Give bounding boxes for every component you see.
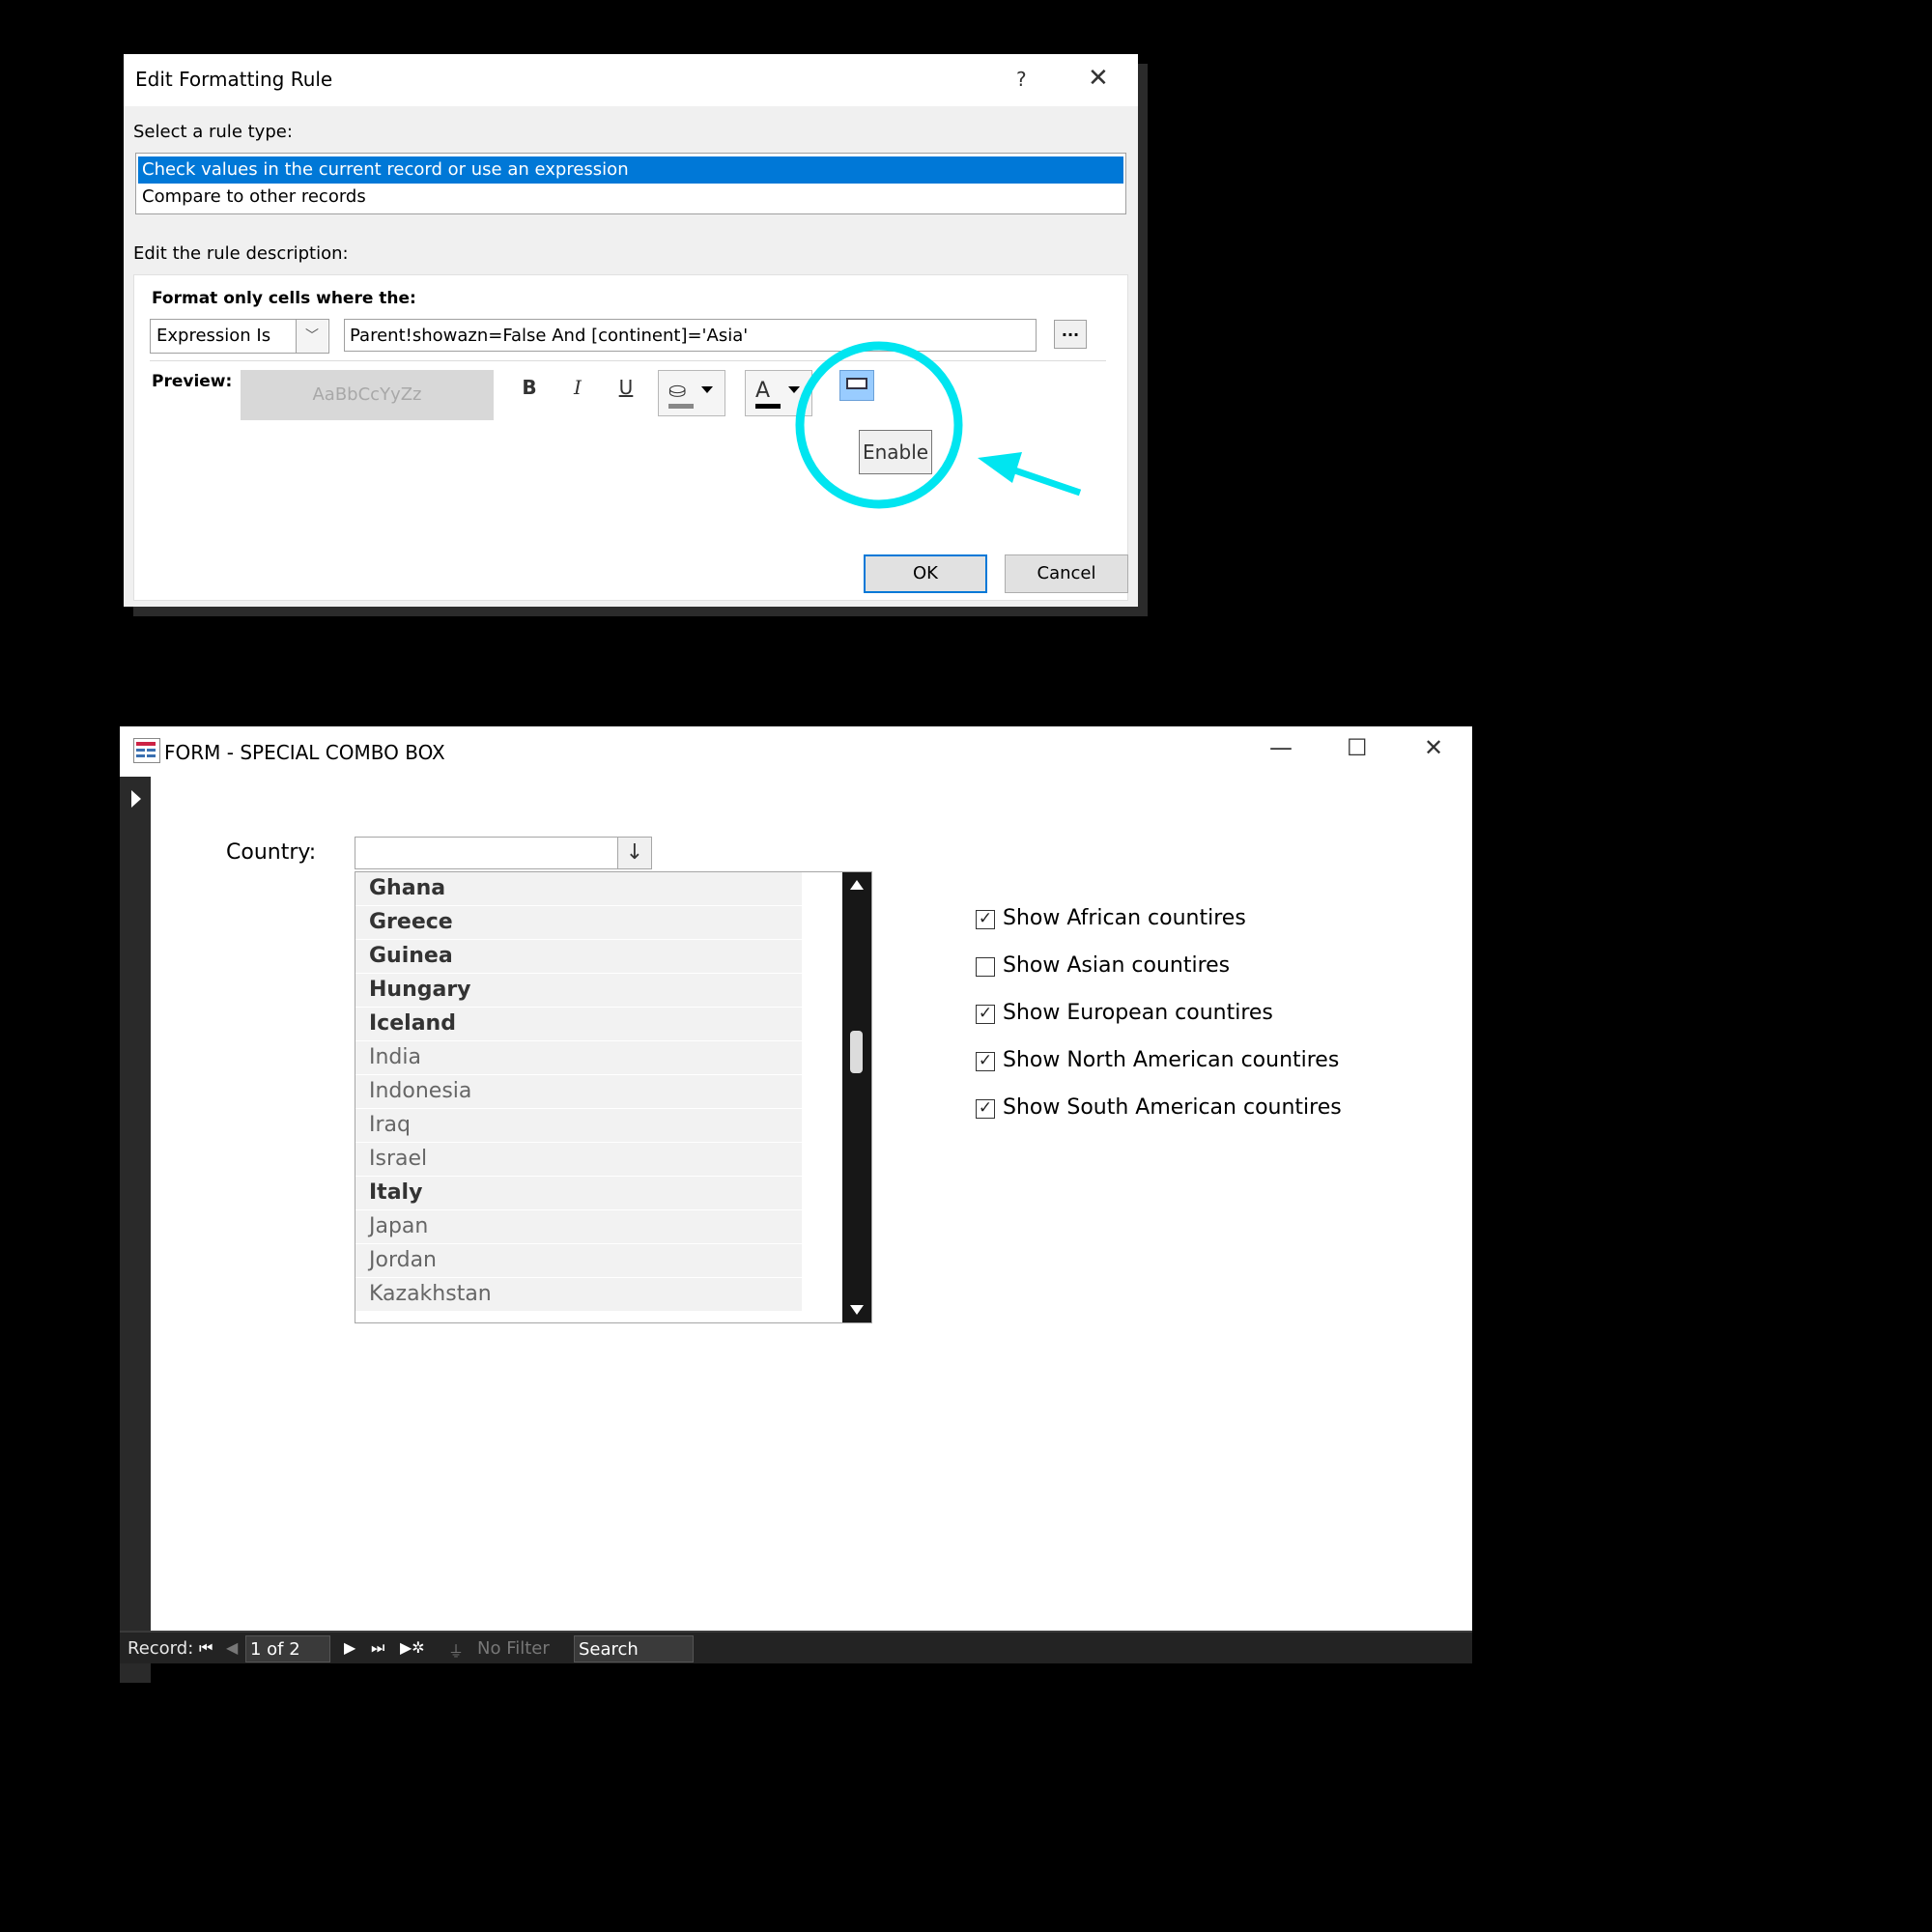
country-list-item[interactable]: Israel — [355, 1143, 802, 1176]
minimize-icon[interactable]: — — [1269, 734, 1293, 761]
scroll-down-icon[interactable] — [850, 1305, 864, 1315]
current-record-icon — [131, 790, 141, 808]
rule-type-list[interactable]: Check values in the current record or us… — [135, 153, 1126, 214]
scroll-thumb[interactable] — [850, 1031, 863, 1073]
form-icon — [133, 738, 160, 763]
font-color-swatch — [755, 404, 781, 409]
country-list-item[interactable]: Greece — [355, 906, 802, 939]
country-list-item[interactable]: Guinea — [355, 940, 802, 973]
condition-type-value: Expression Is — [156, 326, 271, 346]
rule-type-item-selected[interactable]: Check values in the current record or us… — [138, 156, 1123, 184]
dialog-titlebar: Edit Formatting Rule ? ✕ — [124, 54, 1138, 106]
checkbox-checked-icon[interactable]: ✓ — [976, 1005, 995, 1024]
record-navigation-bar: Record: ⏮ ◀ 1 of 2 ▶ ⏭ ▶✲ ⏚ No Filter Se… — [120, 1631, 1472, 1663]
italic-button[interactable]: I — [563, 376, 592, 399]
edit-rule-description-label: Edit the rule description: — [133, 243, 349, 264]
scroll-up-icon[interactable] — [850, 880, 864, 890]
checkbox-checked-icon[interactable]: ✓ — [976, 1052, 995, 1071]
cancel-button[interactable]: Cancel — [1005, 554, 1128, 593]
form-titlebar: FORM - SPECIAL COMBO BOX — ☐ ✕ — [120, 726, 1472, 777]
search-input[interactable]: Search — [574, 1635, 694, 1662]
country-list-item[interactable]: Iraq — [355, 1109, 802, 1142]
country-label: Country: — [226, 840, 317, 865]
close-icon[interactable]: ✕ — [1088, 64, 1109, 93]
country-list-item[interactable]: India — [355, 1041, 802, 1074]
select-rule-type-label: Select a rule type: — [133, 122, 293, 142]
record-selector[interactable] — [120, 777, 151, 1683]
fill-color-swatch — [668, 404, 694, 409]
font-color-button[interactable]: A — [745, 370, 812, 416]
preview-label: Preview: — [152, 372, 233, 391]
paint-bucket-icon: ⛀ — [668, 379, 687, 403]
textbox-icon — [846, 378, 867, 389]
checkbox-checked-icon[interactable]: ✓ — [976, 910, 995, 929]
filter-icon[interactable]: ⏚ — [448, 1638, 464, 1662]
checkbox-unchecked-icon[interactable] — [976, 957, 995, 977]
checkbox-label: Show South American countires — [1003, 1095, 1342, 1120]
previous-record-icon[interactable]: ◀ — [226, 1638, 238, 1657]
checkbox-label: Show European countires — [1003, 1001, 1273, 1025]
arrow-down-icon[interactable]: ↓ — [617, 838, 651, 868]
enable-control-button[interactable] — [839, 370, 874, 401]
country-list-item[interactable]: Ghana — [355, 872, 802, 905]
rule-type-item[interactable]: Compare to other records — [138, 184, 1123, 211]
format-only-label: Format only cells where the: — [152, 289, 416, 308]
country-list-item[interactable]: Indonesia — [355, 1075, 802, 1108]
country-list-item[interactable]: Iceland — [355, 1008, 802, 1040]
country-list-item[interactable]: Kazakhstan — [355, 1278, 802, 1311]
first-record-icon[interactable]: ⏮ — [199, 1638, 213, 1658]
condition-type-select[interactable]: Expression Is ﹀ — [150, 319, 329, 354]
font-color-icon: A — [755, 379, 771, 403]
country-dropdown-list[interactable]: Ghana Greece Guinea Hungary Iceland India Indo… — [355, 871, 872, 1323]
caret-down-icon — [788, 386, 800, 393]
ok-button[interactable]: OK — [864, 554, 987, 593]
edit-formatting-rule-dialog: Edit Formatting Rule ? ✕ Select a rule t… — [124, 54, 1138, 607]
checkbox-label: Show North American countires — [1003, 1048, 1340, 1072]
divider — [150, 360, 1106, 361]
checkbox-label: Show African countires — [1003, 906, 1246, 930]
form-window: FORM - SPECIAL COMBO BOX — ☐ ✕ Country: … — [120, 726, 1472, 1683]
bold-button[interactable]: B — [515, 376, 544, 399]
expression-input[interactable]: Parent!showazn=False And [continent]='As… — [344, 319, 1037, 352]
preview-sample: AaBbCcYyZz — [241, 370, 494, 420]
country-list-item[interactable]: Hungary — [355, 974, 802, 1007]
chevron-down-icon[interactable]: ﹀ — [296, 320, 327, 353]
maximize-icon[interactable]: ☐ — [1347, 734, 1368, 761]
expression-builder-button[interactable]: ... — [1054, 320, 1087, 349]
checkbox-checked-icon[interactable]: ✓ — [976, 1099, 995, 1119]
caret-down-icon — [701, 386, 713, 393]
country-list-item[interactable]: Jordan — [355, 1244, 802, 1277]
no-filter-button[interactable]: No Filter — [477, 1638, 550, 1659]
checkbox-label: Show Asian countires — [1003, 953, 1231, 978]
form-title: FORM - SPECIAL COMBO BOX — [164, 741, 445, 764]
rule-description-panel: Format only cells where the: Expression … — [133, 274, 1128, 601]
help-icon[interactable]: ? — [1016, 68, 1027, 91]
close-icon[interactable]: ✕ — [1424, 734, 1443, 761]
country-combo-box[interactable]: ↓ — [355, 837, 652, 869]
underline-button[interactable]: U — [611, 376, 640, 399]
record-label: Record: — [128, 1638, 194, 1659]
country-list-item[interactable]: Japan — [355, 1210, 802, 1243]
country-list-item[interactable]: Italy — [355, 1177, 802, 1209]
enable-tooltip: Enable — [859, 430, 932, 474]
last-record-icon[interactable]: ⏭ — [371, 1638, 384, 1658]
next-record-icon[interactable]: ▶ — [344, 1638, 355, 1657]
current-record-field[interactable]: 1 of 2 — [245, 1635, 330, 1662]
fill-color-button[interactable]: ⛀ — [658, 370, 725, 416]
dialog-title: Edit Formatting Rule — [135, 68, 333, 91]
new-record-icon[interactable]: ▶✲ — [400, 1638, 425, 1657]
list-scrollbar[interactable] — [842, 872, 871, 1322]
